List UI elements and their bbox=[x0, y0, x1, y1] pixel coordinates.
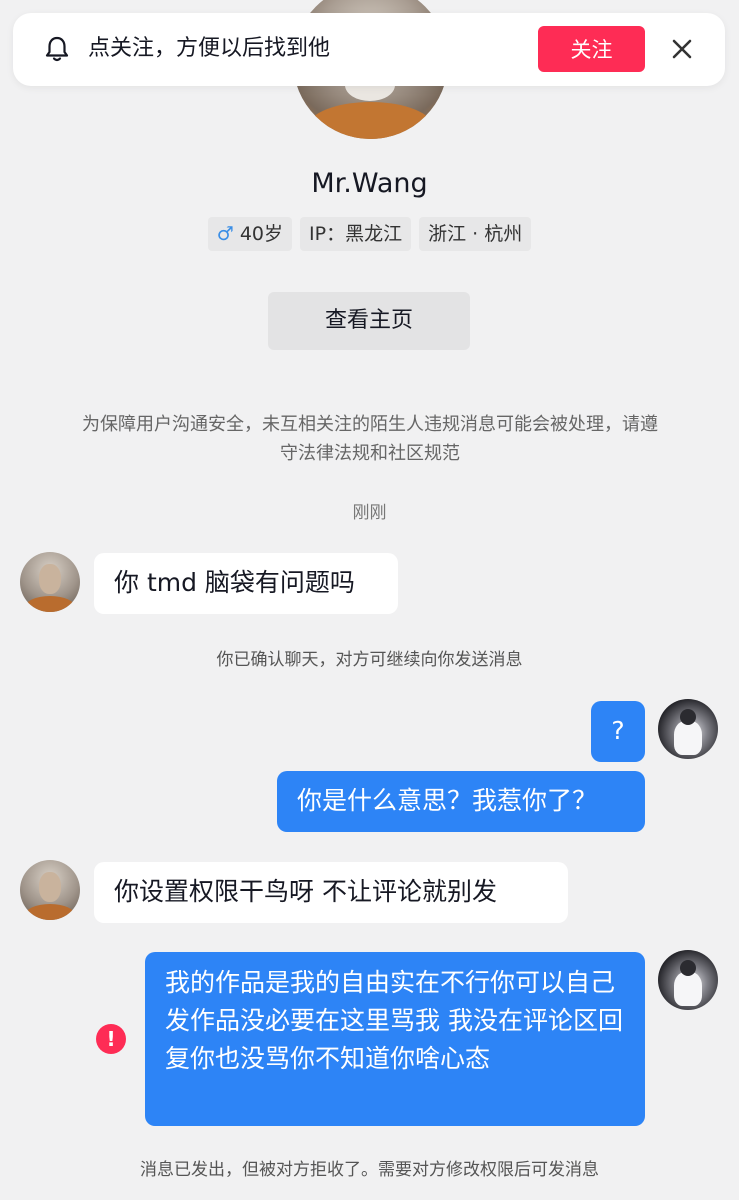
timestamp: 刚刚 bbox=[352, 503, 387, 523]
location-tag: 浙江 · 杭州 bbox=[419, 217, 532, 251]
message-bubble[interactable]: 你是什么意思？我惹你了？ bbox=[277, 771, 645, 832]
ip-tag: IP：黑龙江 bbox=[300, 217, 412, 251]
profile-name: Mr.Wang bbox=[311, 168, 428, 199]
system-message: 你已确认聊天，对方可继续向你发送消息 bbox=[216, 650, 523, 670]
message-bubble[interactable]: 你 tmd 脑袋有问题吗 bbox=[94, 553, 398, 614]
follow-button[interactable]: 关注 bbox=[538, 26, 645, 72]
profile-tags: ♂ 40岁 IP：黑龙江 浙江 · 杭州 bbox=[0, 217, 739, 251]
message-bubble[interactable]: 我的作品是我的自由实在不行你可以自己发作品没必要在这里骂我 我没在评论区回复你也… bbox=[145, 952, 645, 1126]
avatar[interactable] bbox=[20, 860, 80, 920]
male-icon: ♂ bbox=[216, 223, 234, 245]
bell-icon bbox=[45, 36, 69, 62]
error-mark: ! bbox=[106, 1027, 116, 1051]
avatar[interactable] bbox=[20, 552, 80, 612]
age-text: 40岁 bbox=[239, 223, 284, 245]
age-tag: ♂ 40岁 bbox=[207, 217, 293, 251]
message-bubble[interactable]: ? bbox=[591, 701, 645, 762]
safety-notice: 为保障用户沟通安全，未互相关注的陌生人违规消息可能会被处理，请遵守法律法规和社区… bbox=[82, 414, 658, 464]
close-icon[interactable] bbox=[668, 35, 696, 63]
banner-text: 点关注，方便以后找到他 bbox=[88, 36, 331, 61]
message-bubble[interactable]: 你设置权限干鸟呀 不让评论就别发 bbox=[94, 862, 568, 923]
send-failed-icon[interactable]: ! bbox=[96, 1024, 126, 1054]
avatar[interactable] bbox=[658, 699, 718, 759]
view-home-button[interactable]: 查看主页 bbox=[268, 292, 470, 350]
avatar[interactable] bbox=[658, 950, 718, 1010]
system-message: 消息已发出，但被对方拒收了。需要对方修改权限后可发消息 bbox=[140, 1160, 599, 1180]
